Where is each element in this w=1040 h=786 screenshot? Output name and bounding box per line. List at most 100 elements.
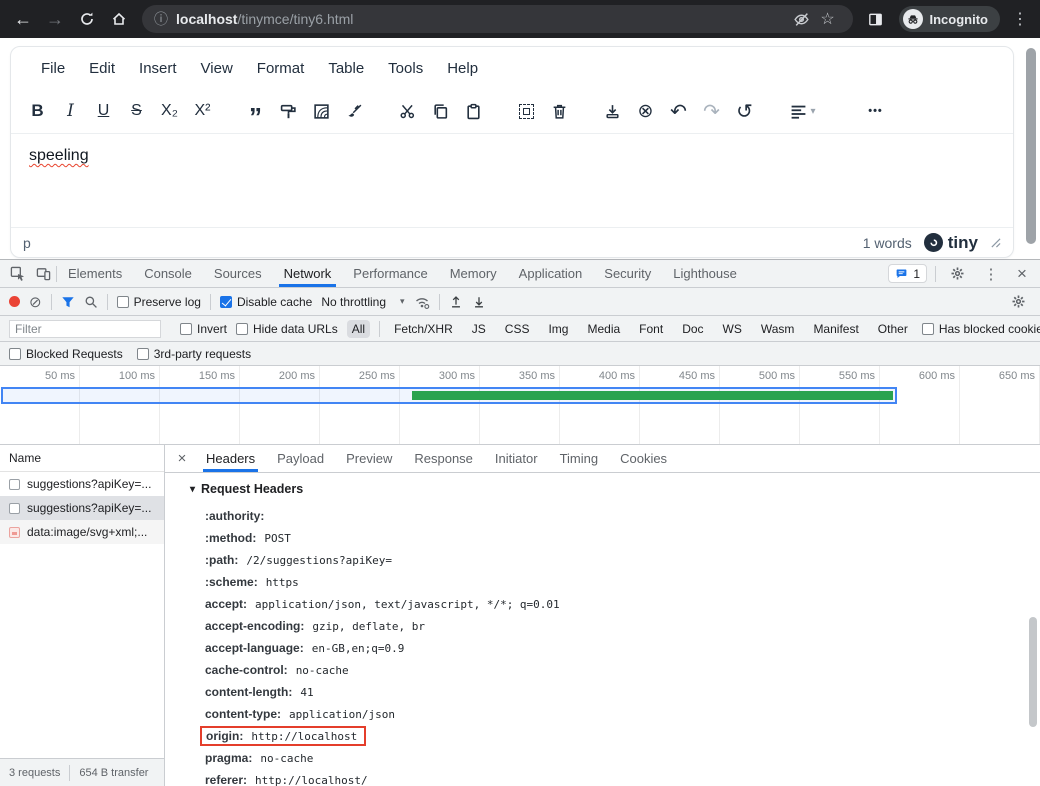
network-overview-timeline[interactable]: 50 ms 100 ms 150 ms 200 ms 250 ms 300 ms… <box>0 366 1040 445</box>
devtools-close-icon[interactable]: × <box>1012 264 1032 284</box>
filter-type-fetch-xhr[interactable]: Fetch/XHR <box>389 320 458 338</box>
menu-format[interactable]: Format <box>245 54 317 83</box>
disclosure-triangle-icon[interactable]: ▾ <box>190 484 195 495</box>
eye-off-icon[interactable] <box>789 6 815 32</box>
filter-type-manifest[interactable]: Manifest <box>808 320 863 338</box>
tab-timing[interactable]: Timing <box>549 445 610 472</box>
misspelled-word[interactable]: speeling <box>29 147 89 164</box>
superscript-button[interactable]: X² <box>186 96 219 126</box>
filter-type-wasm[interactable]: Wasm <box>756 320 800 338</box>
tab-response[interactable]: Response <box>403 445 484 472</box>
invert-checkbox[interactable]: Invert <box>180 322 227 336</box>
devtools-menu-icon[interactable]: ⋮ <box>978 262 1004 286</box>
toolbar-more-icon[interactable]: ••• <box>859 96 892 126</box>
blocked-requests-checkbox[interactable]: Blocked Requests <box>9 347 123 361</box>
tab-initiator[interactable]: Initiator <box>484 445 549 472</box>
select-all-icon[interactable] <box>510 96 543 126</box>
request-row[interactable]: data:image/svg+xml;... <box>0 520 164 544</box>
checkbox-unchecked[interactable] <box>9 348 21 360</box>
home-icon[interactable] <box>104 4 134 34</box>
tiny-brand[interactable]: tiny <box>924 233 978 253</box>
cancel-icon[interactable]: ⊗ <box>629 96 662 126</box>
tab-performance[interactable]: Performance <box>342 260 438 287</box>
menu-insert[interactable]: Insert <box>127 54 189 83</box>
restore-draft-icon[interactable]: ↺ <box>728 96 761 126</box>
import-har-icon[interactable] <box>449 295 463 309</box>
filter-type-css[interactable]: CSS <box>500 320 535 338</box>
network-conditions-icon[interactable] <box>414 294 430 310</box>
page-scrollbar-thumb[interactable] <box>1026 48 1036 244</box>
filter-type-all[interactable]: All <box>347 320 370 338</box>
inspect-icon[interactable] <box>4 262 30 286</box>
bookmark-star-icon[interactable]: ☆ <box>815 6 841 32</box>
third-party-requests-checkbox[interactable]: 3rd-party requests <box>137 347 251 361</box>
tab-preview[interactable]: Preview <box>335 445 403 472</box>
menu-file[interactable]: File <box>29 54 77 83</box>
network-settings-gear-icon[interactable] <box>1005 290 1031 314</box>
filter-type-media[interactable]: Media <box>582 320 625 338</box>
page-info-icon[interactable]: ⓘ <box>154 9 168 29</box>
details-scrollbar-thumb[interactable] <box>1029 617 1037 727</box>
checkbox-unchecked[interactable] <box>180 323 192 335</box>
page-scrollbar[interactable] <box>1026 44 1036 252</box>
filter-input[interactable] <box>9 320 161 338</box>
address-bar[interactable]: ⓘ localhost/tinymce/tiny6.html ☆ <box>142 5 853 33</box>
resize-handle-icon[interactable] <box>990 237 1001 248</box>
hide-data-urls-checkbox[interactable]: Hide data URLs <box>236 322 338 336</box>
menu-table[interactable]: Table <box>316 54 376 83</box>
checkbox-unchecked[interactable] <box>137 348 149 360</box>
tab-headers[interactable]: Headers <box>195 445 266 472</box>
tab-cookies[interactable]: Cookies <box>609 445 678 472</box>
side-panel-icon[interactable] <box>861 6 891 32</box>
tab-elements[interactable]: Elements <box>57 260 133 287</box>
checkbox-unchecked[interactable] <box>117 296 129 308</box>
filter-type-other[interactable]: Other <box>873 320 913 338</box>
details-close-icon[interactable]: × <box>169 450 195 467</box>
bold-button[interactable]: B <box>21 96 54 126</box>
filter-type-img[interactable]: Img <box>543 320 573 338</box>
brush-icon[interactable] <box>338 96 371 126</box>
menu-view[interactable]: View <box>189 54 245 83</box>
copy-icon[interactable] <box>424 96 457 126</box>
browser-menu-icon[interactable]: ⋮ <box>1008 9 1032 29</box>
menu-help[interactable]: Help <box>435 54 490 83</box>
paint-roller-icon[interactable] <box>272 96 305 126</box>
italic-button[interactable]: I <box>54 96 87 126</box>
menu-tools[interactable]: Tools <box>376 54 435 83</box>
device-toolbar-icon[interactable] <box>30 262 56 286</box>
paste-icon[interactable] <box>457 96 490 126</box>
filter-type-js[interactable]: JS <box>467 320 491 338</box>
disable-cache-checkbox[interactable]: Disable cache <box>220 295 312 309</box>
undo-icon[interactable]: ↶ <box>662 96 695 126</box>
align-left-icon[interactable]: ▾ <box>781 96 825 126</box>
editor-content[interactable]: speeling <box>11 133 1013 227</box>
trash-icon[interactable] <box>543 96 576 126</box>
issues-badge[interactable]: 1 <box>888 264 927 283</box>
export-icon[interactable] <box>596 96 629 126</box>
filter-type-font[interactable]: Font <box>634 320 668 338</box>
back-icon[interactable]: ← <box>8 4 38 34</box>
filter-type-ws[interactable]: WS <box>718 320 747 338</box>
record-icon[interactable] <box>9 296 20 307</box>
redo-icon[interactable]: ↷ <box>695 96 728 126</box>
has-blocked-cookies-checkbox[interactable]: Has blocked cookies <box>922 322 1040 336</box>
tab-memory[interactable]: Memory <box>439 260 508 287</box>
search-icon[interactable] <box>84 295 98 309</box>
throttling-select[interactable]: No throttling ▾ <box>321 295 404 309</box>
request-headers-section[interactable]: ▾ Request Headers <box>190 481 1040 497</box>
tab-network[interactable]: Network <box>273 260 343 287</box>
filter-type-doc[interactable]: Doc <box>677 320 708 338</box>
checkbox-unchecked[interactable] <box>922 323 934 335</box>
menu-edit[interactable]: Edit <box>77 54 127 83</box>
subscript-button[interactable]: X₂ <box>153 96 186 126</box>
preserve-log-checkbox[interactable]: Preserve log <box>117 295 201 309</box>
tab-payload[interactable]: Payload <box>266 445 335 472</box>
tab-sources[interactable]: Sources <box>203 260 273 287</box>
tab-security[interactable]: Security <box>593 260 662 287</box>
word-count[interactable]: 1 words <box>863 235 912 251</box>
filter-funnel-icon[interactable] <box>61 295 75 309</box>
reload-icon[interactable] <box>72 4 102 34</box>
export-har-icon[interactable] <box>472 295 486 309</box>
strikethrough-button[interactable]: S <box>120 96 153 126</box>
checkbox-unchecked[interactable] <box>236 323 248 335</box>
